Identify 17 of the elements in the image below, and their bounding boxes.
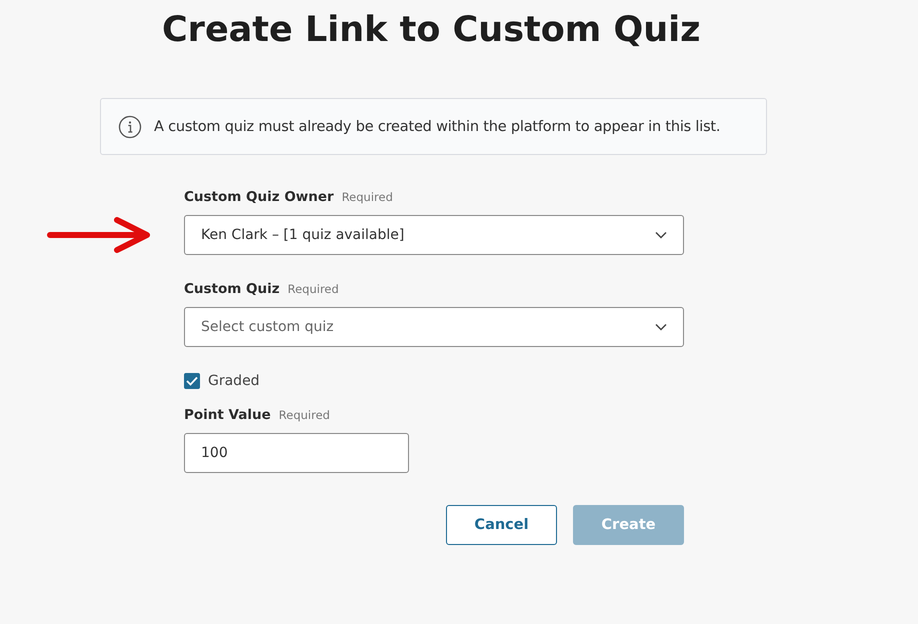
- checkbox-label: Graded: [208, 373, 260, 389]
- info-text: A custom quiz must already be created within the platform to appear in this list.: [154, 118, 720, 134]
- cancel-button[interactable]: Cancel: [446, 505, 557, 545]
- field-label: Point Value: [184, 407, 271, 423]
- chevron-down-icon: [655, 323, 667, 331]
- required-hint: Required: [288, 282, 339, 296]
- point-value-field[interactable]: 100: [184, 433, 409, 473]
- required-hint: Required: [342, 190, 393, 204]
- field-label: Custom Quiz: [184, 281, 280, 297]
- required-hint: Required: [278, 408, 330, 422]
- dropdown-field[interactable]: Select custom quiz: [184, 307, 684, 347]
- chevron-down-icon: [655, 231, 667, 239]
- info-icon: [118, 114, 142, 138]
- field-label: Custom Quiz Owner: [184, 189, 334, 205]
- page-title: Create Link to Custom Quiz: [162, 9, 702, 52]
- checkbox[interactable]: [184, 373, 200, 389]
- dropdown-field[interactable]: Ken Clark – [1 quiz available]: [184, 215, 684, 255]
